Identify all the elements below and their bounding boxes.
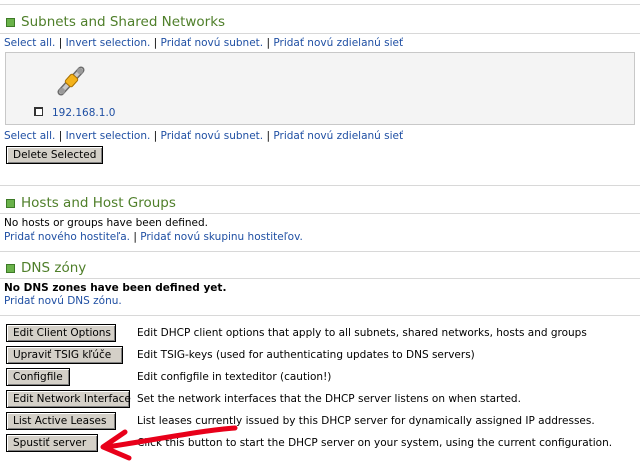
add-host-link[interactable]: Pridať nového hostiteľa.: [4, 231, 130, 243]
divider: [0, 278, 640, 279]
add-shared-network-link[interactable]: Pridať novú zdielanú sieť: [273, 37, 403, 49]
dns-section-title: DNS zóny: [21, 260, 87, 276]
delete-selected-button[interactable]: Delete Selected: [6, 146, 104, 164]
subnets-links-bottom: Select all. | Invert selection. | Pridať…: [4, 130, 404, 142]
subnet-link[interactable]: 192.168.1.0: [52, 107, 115, 119]
section-bullet-icon: [6, 263, 15, 273]
divider: [0, 4, 640, 5]
add-dns-zone-link[interactable]: Pridať novú DNS zónu.: [4, 295, 122, 307]
edit-tsig-keys-button[interactable]: Upraviť TSIG kľúče: [6, 346, 123, 364]
start-server-button[interactable]: Spustiť server: [6, 434, 98, 452]
divider: [0, 213, 640, 214]
subnet-list-panel: 192.168.1.0: [5, 52, 635, 125]
network-cable-icon[interactable]: [56, 65, 86, 97]
configfile-button[interactable]: Configfile: [6, 368, 70, 386]
configfile-description: Edit configfile in texteditor (caution!): [137, 371, 332, 383]
add-shared-network-link[interactable]: Pridať novú zdielanú sieť: [273, 130, 403, 142]
add-subnet-link[interactable]: Pridať novú subnet.: [161, 130, 264, 142]
divider: [0, 251, 640, 252]
subnets-section-title: Subnets and Shared Networks: [21, 14, 226, 30]
red-arrow-annotation-icon: [100, 425, 238, 461]
hosts-links: Pridať nového hostiteľa. | Pridať novú s…: [4, 231, 303, 243]
subnets-links-top: Select all. | Invert selection. | Pridať…: [4, 37, 404, 49]
no-hosts-text: No hosts or groups have been defined.: [4, 217, 209, 229]
edit-network-interface-button[interactable]: Edit Network Interface: [6, 390, 131, 408]
add-host-group-link[interactable]: Pridať novú skupinu hostiteľov.: [140, 231, 303, 243]
select-all-link[interactable]: Select all.: [4, 130, 55, 142]
subnets-section-header: Subnets and Shared Networks: [6, 13, 225, 31]
edit-client-options-button[interactable]: Edit Client Options: [6, 324, 116, 342]
divider: [0, 315, 640, 316]
section-bullet-icon: [6, 198, 15, 208]
edit-network-interface-description: Set the network interfaces that the DHCP…: [137, 393, 521, 405]
select-all-link[interactable]: Select all.: [4, 37, 55, 49]
edit-tsig-keys-description: Edit TSIG-keys (used for authenticating …: [137, 349, 475, 361]
invert-selection-link[interactable]: Invert selection.: [66, 37, 151, 49]
invert-selection-link[interactable]: Invert selection.: [66, 130, 151, 142]
subnet-item: 192.168.1.0: [34, 63, 134, 123]
section-bullet-icon: [6, 17, 15, 27]
divider: [0, 33, 640, 34]
add-subnet-link[interactable]: Pridať novú subnet.: [161, 37, 264, 49]
hosts-section-title: Hosts and Host Groups: [21, 195, 176, 211]
divider: [0, 185, 640, 186]
no-dns-zones-text: No DNS zones have been defined yet.: [4, 282, 227, 294]
hosts-section-header: Hosts and Host Groups: [6, 194, 176, 212]
dns-links: Pridať novú DNS zónu.: [4, 295, 122, 307]
edit-client-options-description: Edit DHCP client options that apply to a…: [137, 327, 587, 339]
subnet-checkbox[interactable]: [34, 107, 43, 116]
dns-section-header: DNS zóny: [6, 259, 86, 277]
